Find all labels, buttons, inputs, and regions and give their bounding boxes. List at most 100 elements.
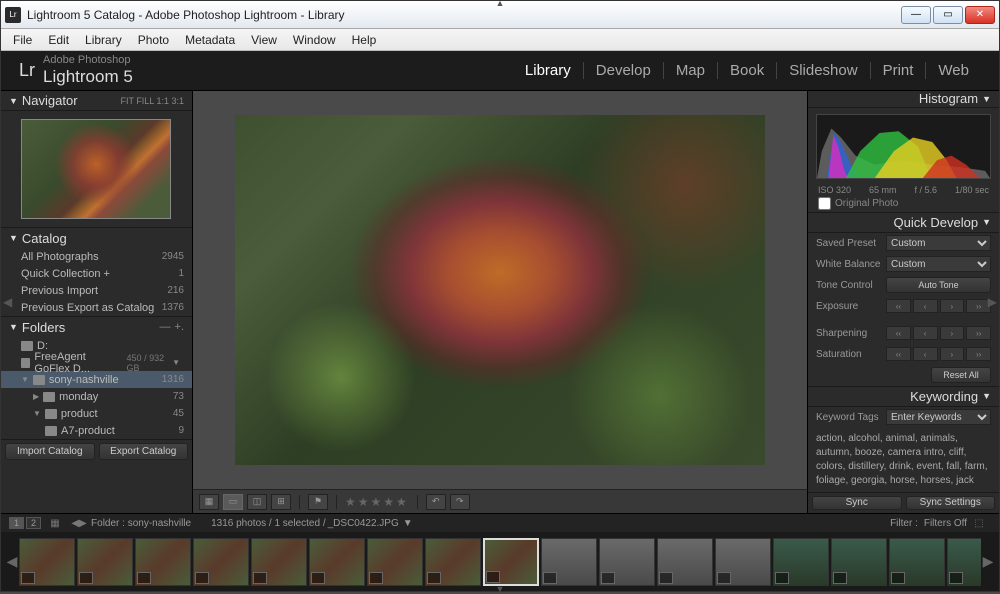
thumb-selected[interactable] [483,538,539,586]
thumb[interactable] [251,538,307,586]
close-button[interactable]: ✕ [965,6,995,24]
histogram-chart[interactable] [816,114,991,179]
maximize-button[interactable]: ▭ [933,6,963,24]
keyword-list[interactable]: action, alcohol, animal, animals, autumn… [808,428,999,492]
saved-preset-select[interactable]: Custom [886,235,991,251]
filter-state[interactable]: Filters Off [924,518,967,529]
thumb[interactable] [599,538,655,586]
thumb[interactable] [425,538,481,586]
thumb[interactable] [947,538,981,586]
tone-control-row: Tone ControlAuto Tone [808,275,999,296]
minimize-button[interactable]: ― [901,6,931,24]
folder-drive-freeagent[interactable]: FreeAgent GoFlex D...450 / 932 GB▼ [1,354,192,371]
catalog-all-photos[interactable]: All Photographs2945 [1,248,192,265]
catalog-previous-export[interactable]: Previous Export as Catalog1376 [1,299,192,316]
thumb[interactable] [77,538,133,586]
menu-help[interactable]: Help [344,31,385,49]
loupe-view-button[interactable]: ▭ [223,494,243,510]
monitor-1-badge[interactable]: 1 [9,517,24,529]
menu-photo[interactable]: Photo [130,31,177,49]
rating-stars[interactable]: ★★★★★ [345,495,409,509]
module-library[interactable]: Library [513,62,584,79]
auto-tone-button[interactable]: Auto Tone [886,277,991,293]
thumb[interactable] [193,538,249,586]
quick-develop-header[interactable]: Quick Develop▼ [808,213,999,233]
folder-a7-product[interactable]: A7-product9 [1,422,192,439]
sat-dec2[interactable]: ‹‹ [886,347,911,361]
module-web[interactable]: Web [926,62,981,79]
module-develop[interactable]: Develop [584,62,664,79]
thumb[interactable] [541,538,597,586]
module-print[interactable]: Print [871,62,927,79]
white-balance-select[interactable]: Custom [886,256,991,272]
toolbar: ▦ ▭ ◫ ⊞ ⚑ ★★★★★ ↶ ↷ [193,489,807,513]
sat-dec[interactable]: ‹ [913,347,938,361]
bottom-panel-grip[interactable]: ▼ [496,584,505,591]
white-balance-row: White BalanceCustom [808,254,999,275]
filmstrip-left-arrow[interactable]: ◀ [5,538,19,586]
filmstrip-path[interactable]: Folder : sony-nashville [91,518,191,529]
catalog-previous-import[interactable]: Previous Import216 [1,282,192,299]
exposure-dec2[interactable]: ‹‹ [886,299,911,313]
menu-view[interactable]: View [243,31,285,49]
thumb[interactable] [19,538,75,586]
menu-window[interactable]: Window [285,31,344,49]
compare-view-button[interactable]: ◫ [247,494,267,510]
monitor-2-badge[interactable]: 2 [26,517,41,529]
sync-button[interactable]: Sync [812,496,902,510]
sharpening-row: Sharpening‹‹‹››› [808,323,999,344]
thumb[interactable] [889,538,945,586]
loupe-view[interactable] [193,91,807,489]
left-panel-toggle[interactable]: ◀ [3,295,12,309]
navigator-header[interactable]: ▼ Navigator FIT FILL 1:1 3:1 [1,91,192,111]
export-catalog-button[interactable]: Export Catalog [99,443,189,460]
menu-library[interactable]: Library [77,31,130,49]
right-panel-toggle[interactable]: ▶ [988,295,997,309]
folder-monday[interactable]: ▶monday73 [1,388,192,405]
reset-all-button[interactable]: Reset All [931,367,991,383]
module-book[interactable]: Book [718,62,777,79]
catalog-header[interactable]: ▼Catalog [1,228,192,248]
sharp-inc[interactable]: › [940,326,965,340]
grid-view-button[interactable]: ▦ [199,494,219,510]
thumb[interactable] [773,538,829,586]
thumb[interactable] [715,538,771,586]
sharp-dec[interactable]: ‹ [913,326,938,340]
exposure-inc[interactable]: › [940,299,965,313]
back-icon[interactable]: ◀▶ [73,517,85,529]
module-slideshow[interactable]: Slideshow [777,62,870,79]
thumb[interactable] [309,538,365,586]
sharp-dec2[interactable]: ‹‹ [886,326,911,340]
sat-inc2[interactable]: ›› [966,347,991,361]
module-map[interactable]: Map [664,62,718,79]
rotate-ccw-button[interactable]: ↶ [426,494,446,510]
flag-button[interactable]: ⚑ [308,494,328,510]
folder-product[interactable]: ▼product45 [1,405,192,422]
original-photo-check[interactable]: Original Photo [808,195,999,212]
import-catalog-button[interactable]: Import Catalog [5,443,95,460]
folders-header[interactable]: ▼Folders―+. [1,317,192,337]
menu-file[interactable]: File [5,31,40,49]
folder-sony-nashville[interactable]: ▼sony-nashville1316 [1,371,192,388]
thumb[interactable] [657,538,713,586]
survey-view-button[interactable]: ⊞ [271,494,291,510]
rotate-cw-button[interactable]: ↷ [450,494,470,510]
sat-inc[interactable]: › [940,347,965,361]
navigator-zoom-opts[interactable]: FIT FILL 1:1 3:1 [120,96,184,106]
keywording-header[interactable]: Keywording▼ [808,387,999,407]
sync-settings-button[interactable]: Sync Settings [906,496,996,510]
filter-lock-icon[interactable]: ⬚ [973,517,985,529]
histogram-header[interactable]: Histogram▼ [808,91,999,108]
navigator-preview[interactable] [1,111,192,227]
thumb[interactable] [367,538,423,586]
sharp-inc2[interactable]: ›› [966,326,991,340]
grid-icon[interactable]: ▦ [49,517,61,529]
menu-edit[interactable]: Edit [40,31,77,49]
menu-metadata[interactable]: Metadata [177,31,243,49]
thumb[interactable] [135,538,191,586]
catalog-quick-collection[interactable]: Quick Collection +1 [1,265,192,282]
keyword-tags-select[interactable]: Enter Keywords [886,409,991,425]
filmstrip-right-arrow[interactable]: ▶ [981,538,995,586]
thumb[interactable] [831,538,887,586]
exposure-dec[interactable]: ‹ [913,299,938,313]
